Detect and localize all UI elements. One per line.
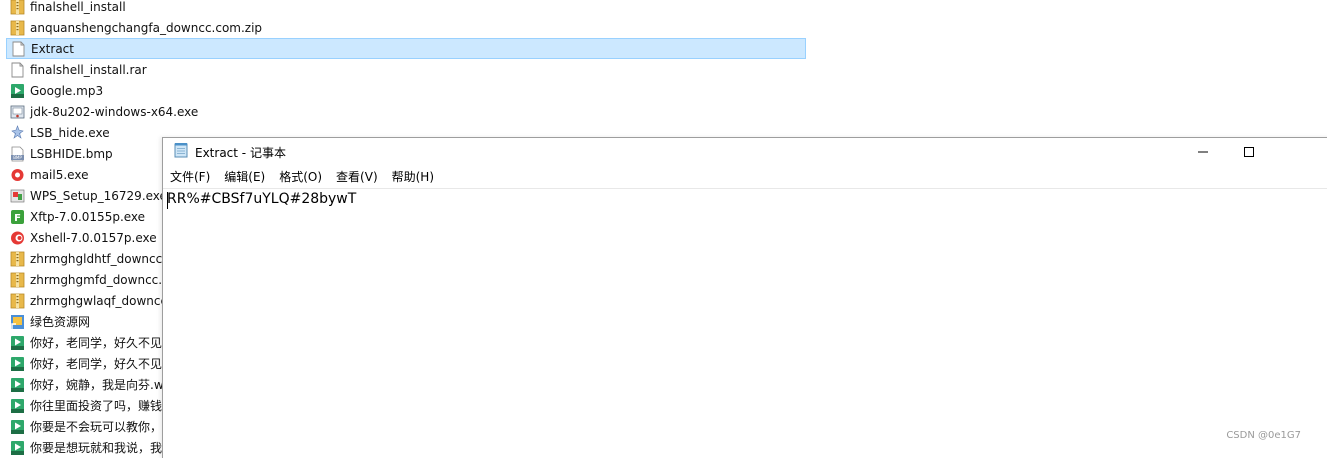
file-name: anquanshengchangfa_downcc.com.zip: [30, 20, 262, 36]
zip-folder-icon: [10, 20, 25, 36]
notepad-title-bar[interactable]: Extract - 记事本: [163, 138, 1327, 166]
menu-view[interactable]: 查看(V): [329, 168, 385, 186]
svg-text:BMP: BMP: [13, 155, 22, 160]
file-name: finalshell_install: [30, 0, 126, 15]
notepad-icon: [173, 142, 189, 162]
minimize-icon: [1198, 147, 1208, 157]
installer-icon: [10, 104, 25, 120]
file-name: 你好，老同学，好久不见: [30, 356, 162, 372]
wav-file-icon: [10, 335, 25, 351]
xshell-icon: [10, 230, 25, 246]
mail-exe-icon: [10, 167, 25, 183]
app-exe-icon: [10, 125, 25, 141]
file-name: 你要是想玩就和我说，我: [30, 440, 162, 456]
file-name: WPS_Setup_16729.exe: [30, 188, 167, 204]
file-name: 你好，老同学，好久不见: [30, 335, 162, 351]
menu-format[interactable]: 格式(O): [272, 168, 329, 186]
zip-folder-icon: [10, 251, 25, 267]
zip-folder-icon: [10, 293, 25, 309]
file-name: Xshell-7.0.0157p.exe: [30, 230, 157, 246]
text-editor-area[interactable]: RR%#CBSf7uYLQ#28bywT: [163, 188, 1327, 458]
menu-help[interactable]: 帮助(H): [385, 168, 441, 186]
file-name: Google.mp3: [30, 83, 103, 99]
file-name: mail5.exe: [30, 167, 88, 183]
blank-file-icon: [10, 62, 25, 78]
maximize-icon: [1244, 147, 1254, 157]
watermark: CSDN @0e1G7: [1226, 430, 1301, 441]
file-row[interactable]: Extract: [6, 38, 806, 59]
text-file-icon: [11, 41, 26, 57]
menu-edit[interactable]: 编辑(E): [217, 168, 272, 186]
menu-file[interactable]: 文件(F): [163, 168, 217, 186]
maximize-button[interactable]: [1226, 138, 1272, 166]
editor-content: RR%#CBSf7uYLQ#28bywT: [167, 191, 356, 207]
wav-file-icon: [10, 398, 25, 414]
file-row[interactable]: finalshell_install.rar: [6, 59, 806, 80]
file-name: 你往里面投资了吗，赚钱: [30, 398, 162, 414]
bmp-file-icon: BMP: [10, 146, 25, 162]
wav-file-icon: [10, 440, 25, 456]
xftp-icon: F: [10, 209, 25, 225]
mp3-file-icon: [10, 83, 25, 99]
file-name: LSB_hide.exe: [30, 125, 110, 141]
file-name: jdk-8u202-windows-x64.exe: [30, 104, 198, 120]
svg-text:F: F: [14, 213, 21, 224]
notepad-window: Extract - 记事本 文件(F) 编辑(E) 格式(O) 查看(V) 帮助…: [162, 137, 1327, 458]
wav-file-icon: [10, 377, 25, 393]
file-name: Extract: [31, 41, 74, 57]
wav-file-icon: [10, 419, 25, 435]
window-title: Extract - 记事本: [195, 144, 286, 161]
wps-setup-icon: [10, 188, 25, 204]
zip-folder-icon: [10, 272, 25, 288]
menu-bar: 文件(F) 编辑(E) 格式(O) 查看(V) 帮助(H): [163, 167, 1327, 187]
zip-folder-icon: [10, 0, 25, 15]
file-name: 绿色资源网: [30, 314, 90, 330]
file-name: Xftp-7.0.0155p.exe: [30, 209, 145, 225]
file-name: LSBHIDE.bmp: [30, 146, 113, 162]
shortcut-icon: [10, 314, 25, 330]
file-name: 你好，婉静，我是向芬.wav: [30, 377, 178, 393]
minimize-button[interactable]: [1180, 138, 1226, 166]
file-row[interactable]: finalshell_install: [6, 0, 806, 17]
file-row[interactable]: Google.mp3: [6, 80, 806, 101]
file-name: finalshell_install.rar: [30, 62, 147, 78]
file-name: 你要是不会玩可以教你，: [30, 419, 162, 435]
file-row[interactable]: anquanshengchangfa_downcc.com.zip: [6, 17, 806, 38]
wav-file-icon: [10, 356, 25, 372]
file-row[interactable]: jdk-8u202-windows-x64.exe: [6, 101, 806, 122]
